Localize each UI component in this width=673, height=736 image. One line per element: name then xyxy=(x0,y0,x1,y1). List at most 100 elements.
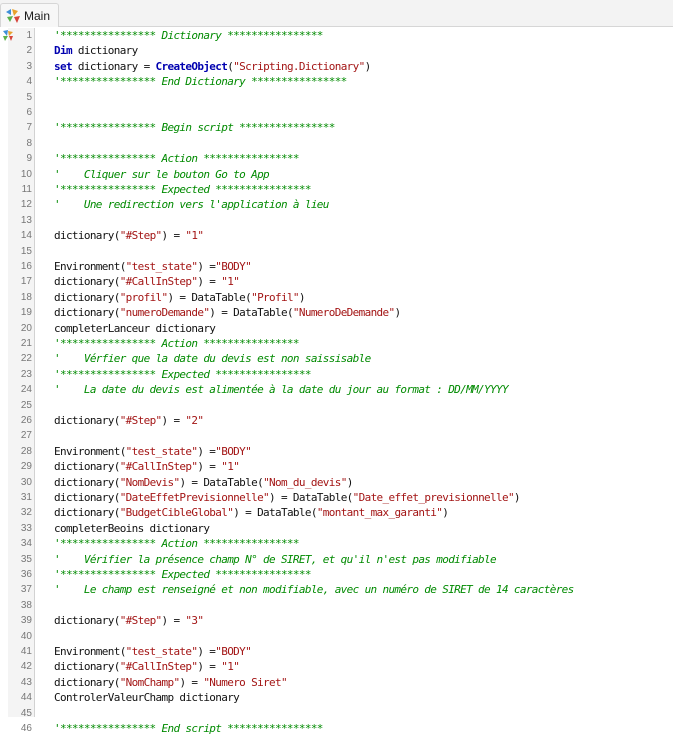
code-line[interactable]: 33 completerBeoins dictionary xyxy=(0,521,673,536)
code-line[interactable]: 24 ' La date du devis est alimentée à la … xyxy=(0,382,673,397)
line-code: '**************** Expected *************… xyxy=(54,182,311,197)
code-line[interactable]: 41 Environment("test_state") ="BODY" xyxy=(0,644,673,659)
code-token: '**************** Expected *************… xyxy=(54,367,311,381)
code-line[interactable]: 35 ' Vérifier la présence champ N° de SIR… xyxy=(0,552,673,567)
code-line[interactable]: 29 dictionary("#CallInStep") = "1" xyxy=(0,459,673,474)
code-line[interactable]: 3 set dictionary = CreateObject("Scriptin… xyxy=(0,59,673,74)
code-line[interactable]: 10 ' Cliquer sur le bouton Go to App xyxy=(0,167,673,182)
code-line[interactable]: 13 xyxy=(0,213,673,228)
code-token: "numeroDemande" xyxy=(119,306,210,320)
code-line[interactable]: 15 xyxy=(0,244,673,259)
code-line[interactable]: 7 '**************** Begin script ********… xyxy=(0,120,673,135)
code-line[interactable]: 16 Environment("test_state") ="BODY" xyxy=(0,259,673,274)
code-line[interactable]: 44 ControlerValeurChamp dictionary xyxy=(0,690,673,705)
line-code: '**************** End Dictionary *******… xyxy=(54,74,347,89)
code-token: ) = xyxy=(197,460,222,474)
code-line[interactable]: 20 completerLanceur dictionary xyxy=(0,321,673,336)
code-line[interactable]: 21 '**************** Action *************… xyxy=(0,336,673,351)
code-token: ) = xyxy=(197,660,222,674)
code-line[interactable]: 30 dictionary("NomDevis") = DataTable("No… xyxy=(0,475,673,490)
line-code: ' Vérfier que la date du devis est non s… xyxy=(54,351,371,366)
line-code: dictionary("#CallInStep") = "1" xyxy=(54,659,240,674)
line-code: ' Le champ est renseigné et non modifiab… xyxy=(54,582,574,597)
code-line[interactable]: 45 xyxy=(0,706,673,721)
code-token: "BudgetCibleGlobal" xyxy=(119,506,234,520)
code-line[interactable]: 43 dictionary("NomChamp") = "Numero Siret… xyxy=(0,675,673,690)
code-token: "#Step" xyxy=(119,414,162,427)
code-token: set xyxy=(54,59,73,73)
line-number: 36 xyxy=(20,569,32,580)
code-line[interactable]: 17 dictionary("#CallInStep") = "1" xyxy=(0,274,673,289)
code-line[interactable]: 6 xyxy=(0,105,673,120)
line-code: Environment("test_state") ="BODY" xyxy=(54,444,252,459)
code-line[interactable]: 12 ' Une redirection vers l'application à… xyxy=(0,197,673,212)
line-code: '**************** Action ***************… xyxy=(54,336,300,351)
code-line[interactable]: 28 Environment("test_state") ="BODY" xyxy=(0,444,673,459)
code-line[interactable]: 26 dictionary("#Step") = "2" xyxy=(0,413,673,428)
code-token: "Numero Siret" xyxy=(203,675,287,689)
code-line[interactable]: 9 '**************** Action **************… xyxy=(0,151,673,166)
code-line[interactable]: 32 dictionary("BudgetCibleGlobal") = Data… xyxy=(0,505,673,520)
code-line[interactable]: 11 '**************** Expected ***********… xyxy=(0,182,673,197)
code-token: Environment( xyxy=(54,645,126,658)
code-line[interactable]: 22 ' Vérfier que la date du devis est non… xyxy=(0,351,673,366)
line-code: ControlerValeurChamp dictionary xyxy=(54,690,240,705)
line-number: 32 xyxy=(20,507,32,519)
code-token: dictionary( xyxy=(54,290,120,304)
code-line[interactable]: 36 '**************** Expected ***********… xyxy=(0,567,673,582)
code-token: Dim xyxy=(54,44,73,58)
code-token: "test_state" xyxy=(125,645,198,658)
code-token: "BODY" xyxy=(215,645,252,658)
code-line[interactable]: 1 '**************** Dictionary **********… xyxy=(0,28,673,43)
line-number: 10 xyxy=(20,168,32,180)
code-token: dictionary( xyxy=(54,491,120,504)
code-line[interactable]: 18 dictionary("profil") = DataTable("Prof… xyxy=(0,290,673,305)
code-token: ) = xyxy=(161,229,186,243)
code-token: ) xyxy=(346,475,354,489)
code-line[interactable]: 39 dictionary("#Step") = "3" xyxy=(0,613,673,628)
code-token: dictionary( xyxy=(54,675,120,689)
line-number: 3 xyxy=(26,60,32,72)
code-line[interactable]: 31 dictionary("DateEffetPrevisionnelle") … xyxy=(0,490,673,505)
line-number: 26 xyxy=(20,415,32,426)
code-line[interactable]: 19 dictionary("numeroDemande") = DataTabl… xyxy=(0,305,673,320)
code-token: ) = xyxy=(161,614,186,628)
code-line[interactable]: 40 xyxy=(0,629,673,644)
code-token: "Date_effet_previsionnelle" xyxy=(352,491,515,504)
tab-bar: Main xyxy=(0,0,673,27)
code-token: ' Le champ est renseigné et non modifiab… xyxy=(54,583,574,597)
code-token: "3" xyxy=(185,614,204,628)
code-line[interactable]: 37 ' Le champ est renseigné et non modifi… xyxy=(0,582,673,597)
code-line[interactable]: 2 Dim dictionary xyxy=(0,43,673,58)
code-token: dictionary = xyxy=(71,59,156,73)
code-token: Environment( xyxy=(54,260,126,273)
script-icon xyxy=(6,8,20,23)
code-line[interactable]: 25 xyxy=(0,398,673,413)
code-line[interactable]: 4 '**************** End Dictionary ******… xyxy=(0,74,673,89)
line-number: 8 xyxy=(26,137,32,149)
code-line[interactable]: 5 xyxy=(0,90,673,105)
code-line[interactable]: 23 '**************** Expected ***********… xyxy=(0,367,673,382)
line-number: 35 xyxy=(20,553,32,565)
code-token: "Profil" xyxy=(251,290,299,304)
code-token: ) xyxy=(394,306,401,320)
code-token: ) xyxy=(298,290,306,304)
line-number: 37 xyxy=(20,584,32,596)
tab-main[interactable]: Main xyxy=(0,3,60,27)
code-line[interactable]: 34 '**************** Action *************… xyxy=(0,536,673,551)
line-code: '**************** Dictionary ***********… xyxy=(54,28,323,43)
code-token: "#Step" xyxy=(119,614,162,628)
code-line[interactable]: 27 xyxy=(0,428,673,443)
code-line[interactable]: 38 xyxy=(0,598,673,613)
line-code: dictionary("#CallInStep") = "1" xyxy=(54,274,240,289)
code-line[interactable]: 8 xyxy=(0,136,673,151)
code-token: '**************** End script ***********… xyxy=(54,722,323,735)
code-line[interactable]: 14 dictionary("#Step") = "1" xyxy=(0,228,673,243)
code-token: "BODY" xyxy=(215,260,252,273)
code-line[interactable]: 46 '**************** End script *********… xyxy=(0,721,673,736)
line-code: dictionary("BudgetCibleGlobal") = DataTa… xyxy=(54,505,449,520)
code-token: "2" xyxy=(185,414,204,427)
code-line[interactable]: 42 dictionary("#CallInStep") = "1" xyxy=(0,659,673,674)
code-editor[interactable]: 1 '**************** Dictionary **********… xyxy=(0,28,673,735)
code-token: "1" xyxy=(221,275,240,289)
